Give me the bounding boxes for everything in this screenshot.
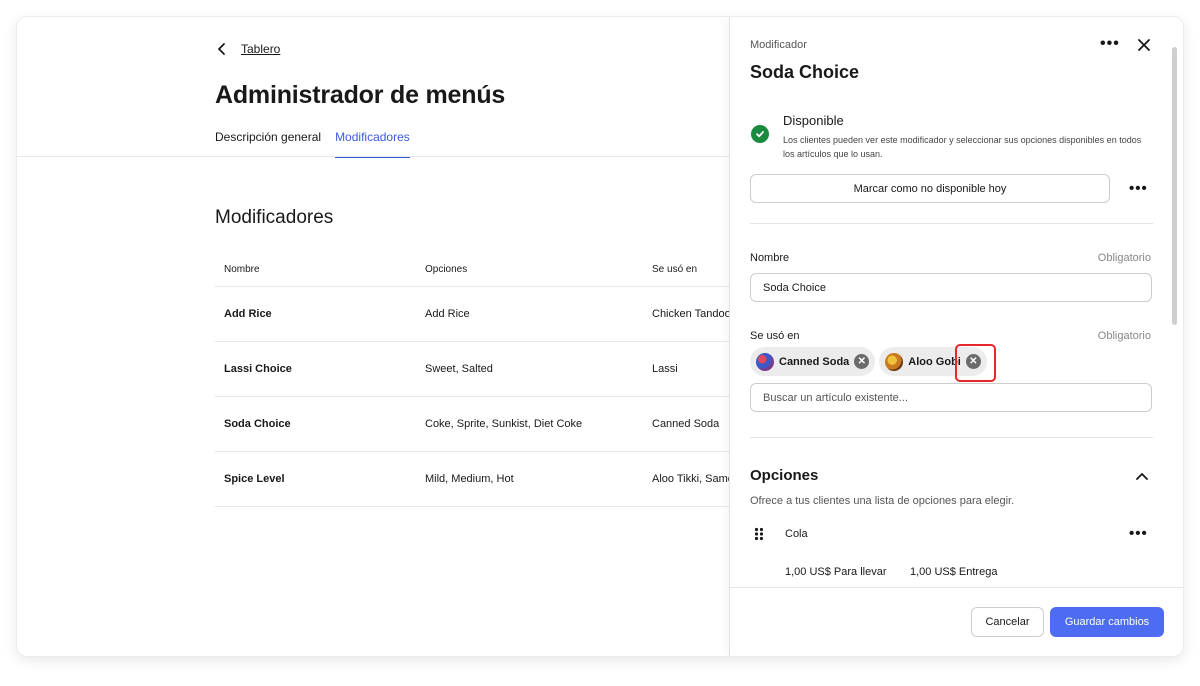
availability-title: Disponible bbox=[783, 113, 844, 128]
check-circle-icon bbox=[751, 125, 769, 143]
table-row[interactable]: Spice Level Mild, Medium, Hot Aloo Tikki… bbox=[215, 452, 735, 507]
aloo-gobi-thumbnail-icon bbox=[885, 352, 904, 371]
mark-unavailable-button[interactable]: Marcar como no disponible hoy bbox=[750, 174, 1110, 203]
option-name: Cola bbox=[785, 528, 808, 540]
column-header-name: Nombre bbox=[224, 264, 260, 275]
item-chip[interactable]: Canned Soda ✕ bbox=[750, 347, 876, 376]
chevron-up-icon[interactable] bbox=[1135, 469, 1149, 483]
panel-footer: Cancelar Guardar cambios bbox=[730, 587, 1183, 656]
app-window: Tablero Administrador de menús Descripci… bbox=[17, 17, 1183, 656]
tabs: Descripción general Modificadores bbox=[215, 130, 410, 158]
tab-overview[interactable]: Descripción general bbox=[215, 130, 321, 158]
row-used-in: Aloo Tikki, Samo bbox=[652, 473, 734, 485]
column-header-used-in: Se usó en bbox=[652, 264, 698, 275]
remove-chip-icon[interactable]: ✕ bbox=[854, 354, 870, 369]
save-button[interactable]: Guardar cambios bbox=[1050, 607, 1164, 637]
row-used-in: Lassi bbox=[652, 363, 678, 375]
row-name: Add Rice bbox=[224, 308, 272, 320]
used-in-label: Se usó en bbox=[750, 330, 800, 342]
availability-description: Los clientes pueden ver este modificador… bbox=[783, 135, 1142, 159]
option-price-delivery: 1,00 US$ Entrega bbox=[910, 566, 998, 578]
name-input[interactable] bbox=[750, 273, 1152, 302]
option-more-icon[interactable]: ••• bbox=[1129, 525, 1148, 542]
panel-title: Soda Choice bbox=[750, 62, 860, 82]
row-used-in: Chicken Tandoo bbox=[652, 308, 731, 320]
availability-more-icon[interactable]: ••• bbox=[1129, 180, 1148, 197]
item-search-input[interactable] bbox=[750, 383, 1152, 412]
used-in-required: Obligatorio bbox=[1097, 330, 1151, 342]
chip-label: Aloo Gobi bbox=[908, 355, 961, 368]
back-label[interactable]: Tablero bbox=[241, 42, 280, 56]
table-header: Nombre Opciones Se usó en bbox=[215, 253, 735, 287]
back-link[interactable]: Tablero bbox=[215, 42, 280, 56]
options-description: Ofrece a tus clientes una lista de opcio… bbox=[750, 495, 1015, 507]
panel-scrollbar[interactable] bbox=[1172, 47, 1177, 325]
row-options: Mild, Medium, Hot bbox=[425, 473, 514, 485]
chevron-left-icon bbox=[218, 43, 225, 55]
panel-more-options-icon[interactable]: ••• bbox=[1100, 35, 1120, 53]
section-title: Modificadores bbox=[215, 207, 334, 228]
name-field-label: Nombre bbox=[750, 252, 790, 264]
modifier-panel: Modificador Soda Choice ••• Disponible L… bbox=[729, 17, 1183, 656]
row-options: Sweet, Salted bbox=[425, 363, 493, 375]
row-options: Add Rice bbox=[425, 308, 470, 320]
column-header-options: Opciones bbox=[425, 264, 468, 275]
panel-eyebrow: Modificador bbox=[750, 39, 807, 51]
item-chip[interactable]: Aloo Gobi ✕ bbox=[879, 347, 987, 376]
row-options: Coke, Sprite, Sunkist, Diet Coke bbox=[425, 418, 583, 430]
options-title: Opciones bbox=[750, 467, 819, 484]
cancel-button[interactable]: Cancelar bbox=[971, 607, 1044, 637]
table-row[interactable]: Add Rice Add Rice Chicken Tandoo bbox=[215, 287, 735, 342]
page-title: Administrador de menús bbox=[215, 81, 506, 109]
tab-modifiers[interactable]: Modificadores bbox=[335, 130, 410, 158]
option-price-pickup: 1,00 US$ Para llevar bbox=[785, 566, 887, 578]
row-name: Spice Level bbox=[224, 473, 285, 485]
row-used-in: Canned Soda bbox=[652, 418, 720, 430]
close-icon[interactable] bbox=[1136, 37, 1152, 53]
used-in-chips: Canned Soda ✕ Aloo Gobi ✕ bbox=[750, 347, 987, 376]
table-row[interactable]: Lassi Choice Sweet, Salted Lassi bbox=[215, 342, 735, 397]
row-name: Lassi Choice bbox=[224, 363, 292, 375]
remove-chip-icon[interactable]: ✕ bbox=[965, 354, 981, 369]
divider bbox=[750, 437, 1153, 438]
tabs-divider bbox=[17, 156, 729, 157]
row-name: Soda Choice bbox=[224, 418, 291, 430]
divider bbox=[750, 223, 1153, 224]
table-row[interactable]: Soda Choice Coke, Sprite, Sunkist, Diet … bbox=[215, 397, 735, 452]
modifiers-table: Nombre Opciones Se usó en Add Rice Add R… bbox=[215, 253, 735, 507]
chip-label: Canned Soda bbox=[779, 355, 850, 368]
canned-soda-thumbnail-icon bbox=[756, 352, 774, 371]
drag-handle-icon[interactable] bbox=[754, 527, 764, 541]
name-field-required: Obligatorio bbox=[1097, 252, 1151, 264]
